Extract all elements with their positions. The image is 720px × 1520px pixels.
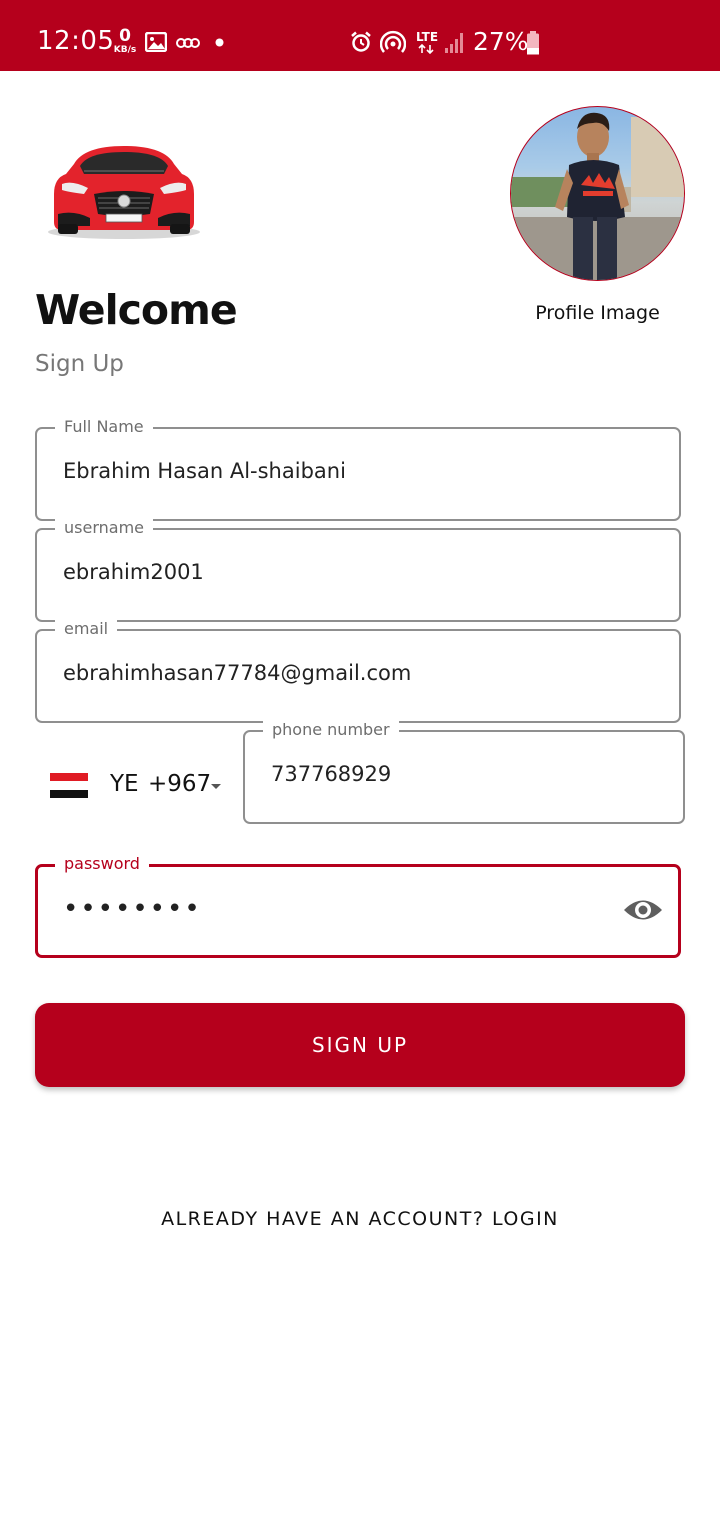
image-icon — [145, 32, 167, 52]
status-bar: 12:05 0 KB/s LTE 27% — [0, 0, 720, 71]
email-field[interactable]: email ebrahimhasan77784@gmail.com — [35, 619, 681, 723]
show-password-icon[interactable] — [622, 893, 664, 927]
phone-input[interactable]: 737768929 — [271, 762, 391, 786]
lte-icon: LTE — [416, 30, 439, 44]
net-speed-unit: KB/s — [113, 45, 137, 55]
profile-image[interactable] — [510, 106, 685, 281]
country-picker[interactable]: YE +967 — [45, 765, 235, 807]
alarm-icon — [351, 31, 371, 52]
full-name-field[interactable]: Full Name Ebrahim Hasan Al-shaibani — [35, 417, 681, 521]
voicemail-icon — [176, 38, 200, 48]
yemen-flag-icon — [50, 773, 88, 798]
password-label: password — [55, 854, 149, 873]
full-name-input[interactable]: Ebrahim Hasan Al-shaibani — [63, 459, 346, 483]
phone-field[interactable]: phone number 737768929 — [243, 720, 685, 824]
country-code: YE — [110, 771, 139, 797]
battery-icon — [527, 31, 539, 55]
battery-percent: 27% — [473, 27, 529, 56]
net-speed-value: 0 — [119, 26, 131, 46]
sign-up-button[interactable]: SIGN UP — [35, 1003, 685, 1087]
status-time: 12:05 — [37, 26, 115, 56]
full-name-label: Full Name — [55, 417, 153, 436]
hotspot-icon — [380, 30, 406, 53]
password-field[interactable]: password •••••••• — [35, 854, 681, 958]
phone-label: phone number — [263, 720, 399, 739]
page-title: Welcome — [35, 286, 238, 334]
dropdown-arrow-icon — [211, 784, 221, 789]
email-label: email — [55, 619, 118, 638]
profile-photo — [511, 112, 684, 280]
data-arrows-icon — [418, 44, 434, 54]
car-logo — [48, 146, 200, 239]
username-label: username — [55, 518, 153, 537]
net-speed: 0 KB/s — [110, 28, 140, 55]
dot-icon — [215, 38, 224, 47]
email-input[interactable]: ebrahimhasan77784@gmail.com — [63, 661, 411, 685]
profile-image-label: Profile Image — [535, 302, 660, 324]
dial-code: +967 — [148, 771, 212, 797]
username-input[interactable]: ebrahim2001 — [63, 560, 204, 584]
signal-icon — [445, 33, 463, 53]
password-input[interactable]: •••••••• — [63, 896, 202, 922]
page-subtitle: Sign Up — [35, 351, 124, 377]
username-field[interactable]: username ebrahim2001 — [35, 518, 681, 622]
login-link[interactable]: ALREADY HAVE AN ACCOUNT? LOGIN — [0, 1208, 720, 1230]
